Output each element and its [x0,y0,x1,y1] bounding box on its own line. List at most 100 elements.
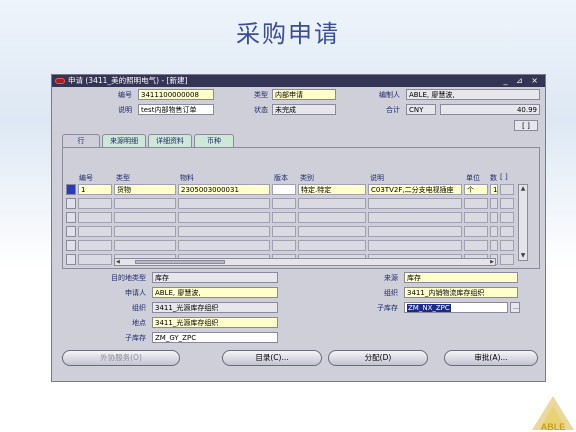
category-cell[interactable]: 特定.特定 [298,184,366,195]
empty-grid-cell[interactable] [272,212,296,223]
empty-grid-cell[interactable] [368,240,462,251]
empty-grid-cell[interactable] [78,226,112,237]
scroll-thumb[interactable] [135,260,225,264]
empty-grid-cell[interactable] [464,240,488,251]
empty-grid-cell[interactable] [490,240,498,251]
col-header-quantity: 数 [490,174,497,182]
line-number-cell[interactable]: 1 [78,184,112,195]
source-label: 来源 [384,274,398,282]
empty-grid-cell[interactable] [500,212,514,223]
tab-currency[interactable]: 币种 [194,134,234,147]
empty-grid-cell[interactable] [78,254,112,265]
scroll-up-icon[interactable]: ▲ [519,185,527,193]
approve-button[interactable]: 审批(A)... [444,350,538,366]
col-header-number: 编号 [79,174,93,182]
empty-grid-cell[interactable] [500,198,514,209]
col-header-item: 物料 [180,174,194,182]
empty-grid-cell[interactable] [464,212,488,223]
empty-grid-cell[interactable] [298,198,366,209]
source-subinventory-label: 子库存 [377,304,398,312]
scroll-right-icon[interactable]: ▶ [490,259,494,265]
col-header-category: 类别 [300,174,314,182]
empty-grid-cell[interactable] [178,212,270,223]
destination-type-field[interactable]: 库存 [152,272,278,283]
empty-grid-cell[interactable] [500,240,514,251]
slide-title: 采购申请 [236,20,340,48]
location-field[interactable]: 3411_光源库存组织 [152,317,278,328]
empty-grid-cell[interactable] [500,226,514,237]
preparer-label: 编制人 [379,91,400,99]
preparer-field[interactable]: ABLE, 廖慧波, [406,89,540,100]
flex-cell[interactable] [500,184,514,195]
unit-cell[interactable]: 个 [464,184,488,195]
requester-field[interactable]: ABLE, 廖慧波, [152,287,278,298]
folder-indicator[interactable]: [ ] [514,120,538,131]
empty-grid-cell[interactable] [368,212,462,223]
empty-grid-cell[interactable] [114,240,176,251]
empty-grid-cell[interactable] [178,240,270,251]
scroll-down-icon[interactable]: ▼ [519,252,527,260]
outsource-button[interactable]: 外协服务(O) [62,350,180,366]
catalog-button[interactable]: 目录(C)... [222,350,322,366]
empty-grid-cell[interactable] [78,198,112,209]
empty-grid-cell[interactable] [272,240,296,251]
empty-grid-cell[interactable] [298,226,366,237]
empty-grid-cell[interactable] [272,226,296,237]
empty-grid-cell[interactable] [464,198,488,209]
lov-button-icon[interactable]: … [510,302,520,313]
empty-grid-cell[interactable] [500,254,514,265]
empty-grid-cell[interactable] [272,198,296,209]
empty-grid-cell[interactable] [368,198,462,209]
description-field[interactable]: test内部物售订单 [138,104,214,115]
status-field: 未完成 [272,104,336,115]
distribution-button[interactable]: 分配(D) [328,350,428,366]
number-label: 编号 [118,91,132,99]
number-field[interactable]: 3411100000008 [138,89,214,100]
empty-grid-cell[interactable] [298,240,366,251]
empty-grid-cell[interactable] [464,226,488,237]
window-controls-icon[interactable]: _ ⊿ × [504,75,542,87]
row-selector-active[interactable] [66,184,76,195]
empty-grid-cell[interactable] [490,212,498,223]
row-selector[interactable] [66,254,76,265]
scroll-left-icon[interactable]: ◀ [116,259,120,265]
row-selector[interactable] [66,240,76,251]
empty-grid-cell[interactable] [78,240,112,251]
empty-grid-cell[interactable] [114,198,176,209]
row-selector[interactable] [66,198,76,209]
line-type-cell[interactable]: 货物 [114,184,176,195]
quantity-cell[interactable]: 10 [490,184,498,195]
item-cell[interactable]: 2305003000031 [178,184,270,195]
empty-grid-cell[interactable] [114,226,176,237]
source-organization-label: 组织 [384,289,398,297]
organization-field[interactable]: 3411_光源库存组织 [152,302,278,313]
tab-details[interactable]: 详细资料 [148,134,192,147]
location-label: 地点 [132,319,146,327]
tab-lines[interactable]: 行 [62,134,100,148]
empty-grid-cell[interactable] [178,226,270,237]
type-field[interactable]: 内部申请 [272,89,336,100]
window-titlebar[interactable]: 申请 (3411_美的照明电气) - [新建] _ ⊿ × [52,75,545,87]
empty-grid-cell[interactable] [368,226,462,237]
source-subinventory-field[interactable]: ZM_NX_ZPC [404,302,508,313]
window-title: 申请 (3411_美的照明电气) - [新建] [68,76,188,85]
tab-source-details[interactable]: 来源明细 [102,134,146,147]
row-selector[interactable] [66,226,76,237]
logo-text: ABLE [541,422,566,432]
empty-grid-cell[interactable] [490,198,498,209]
row-selector[interactable] [66,212,76,223]
col-header-type: 类型 [116,174,130,182]
empty-grid-cell[interactable] [298,212,366,223]
revision-cell[interactable] [272,184,296,195]
source-organization-field[interactable]: 3411_内销物流库存组织 [404,287,518,298]
grid-horizontal-scrollbar[interactable]: ◀ ▶ [114,258,496,266]
description-cell[interactable]: C03TV2F,二分支电视插座 [368,184,462,195]
source-field[interactable]: 库存 [404,272,518,283]
empty-grid-cell[interactable] [78,212,112,223]
empty-grid-cell[interactable] [178,198,270,209]
subinventory-field[interactable]: ZM_GY_ZPC [152,332,278,343]
empty-grid-cell[interactable] [490,226,498,237]
grid-vertical-scrollbar[interactable]: ▲ ▼ [518,184,528,261]
empty-grid-cell[interactable] [114,212,176,223]
subinventory-label: 子库存 [125,334,146,342]
